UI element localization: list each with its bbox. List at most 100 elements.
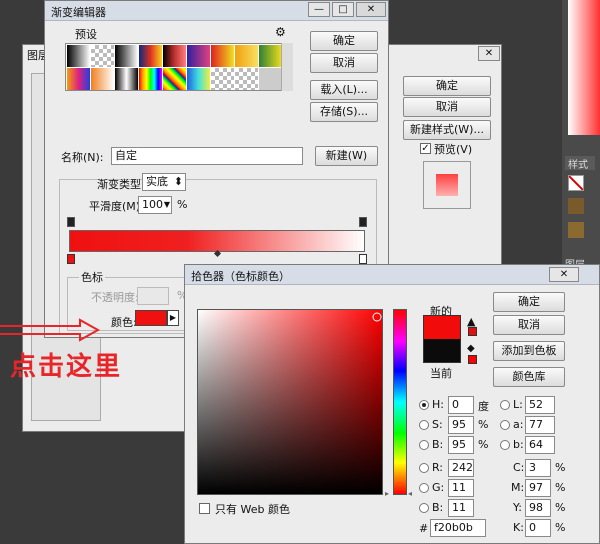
y-input[interactable]: 98 <box>525 499 551 517</box>
gradient-type-value: 实底 <box>146 175 168 188</box>
blue-radio[interactable] <box>419 503 429 513</box>
gradient-type-select[interactable]: 实底 ⬍ <box>142 173 186 191</box>
style-swatch[interactable] <box>568 222 584 238</box>
current-color-label: 当前 <box>430 367 452 380</box>
s-input[interactable]: 95 <box>448 416 474 434</box>
color-stop-right[interactable] <box>359 254 367 264</box>
m-input[interactable]: 97 <box>525 479 551 497</box>
layer-style-close-icon[interactable]: ✕ <box>478 46 500 61</box>
style-swatch-none[interactable] <box>568 175 584 191</box>
l-radio[interactable] <box>500 400 510 410</box>
a-radio[interactable] <box>500 420 510 430</box>
smoothness-unit: % <box>177 198 188 211</box>
color-stop-left[interactable] <box>67 254 75 264</box>
settings-gear-icon[interactable]: ⚙ <box>275 25 286 39</box>
current-color-swatch[interactable] <box>423 339 461 363</box>
preview-checkbox[interactable]: ✓ <box>420 143 431 154</box>
color-picker-cancel-button[interactable]: 取消 <box>493 315 565 335</box>
annotation-text: 点击这里 <box>10 352 123 382</box>
style-preview-swatch <box>423 161 471 209</box>
web-safe-swatch[interactable] <box>468 355 477 364</box>
a-label: a: <box>513 418 524 431</box>
new-style-button[interactable]: 新建样式(W)... <box>403 120 491 140</box>
g-label: G: <box>432 481 445 494</box>
r-radio[interactable] <box>419 463 429 473</box>
a-input[interactable]: 77 <box>525 416 555 434</box>
maximize-icon[interactable]: □ <box>332 2 354 17</box>
l-label: L: <box>513 398 523 411</box>
styles-tab[interactable]: 样式 <box>565 156 595 171</box>
k-unit: % <box>555 521 566 534</box>
presets-scrollbar[interactable] <box>281 43 293 91</box>
g-input[interactable]: 11 <box>448 479 474 497</box>
opacity-label: 不透明度: <box>91 291 139 304</box>
k-input[interactable]: 0 <box>525 519 551 537</box>
new-color-swatch <box>423 315 461 339</box>
hue-slider-left-arrow[interactable]: ▸ <box>385 489 389 498</box>
l-input[interactable]: 52 <box>525 396 555 414</box>
smoothness-input[interactable]: 100 ▼ <box>138 196 172 214</box>
h-input[interactable]: 0 <box>448 396 474 414</box>
y-label: Y: <box>513 501 522 514</box>
s-label: S: <box>432 418 443 431</box>
m-unit: % <box>555 481 566 494</box>
layer-style-ok-button[interactable]: 确定 <box>403 76 491 96</box>
web-only-checkbox[interactable] <box>199 503 210 514</box>
hue-slider-right-arrow[interactable]: ◂ <box>408 489 412 498</box>
y-unit: % <box>555 501 566 514</box>
b-radio[interactable] <box>419 440 429 450</box>
hue-slider[interactable] <box>393 309 407 495</box>
layer-style-cancel-button[interactable]: 取消 <box>403 97 491 117</box>
updown-icon: ⬍ <box>173 175 183 188</box>
arrow-icon <box>0 318 101 342</box>
color-picker-ok-button[interactable]: 确定 <box>493 292 565 312</box>
gradient-cancel-button[interactable]: 取消 <box>310 53 378 73</box>
color-cursor[interactable] <box>372 312 382 322</box>
b-label: B: <box>432 438 444 451</box>
opacity-stop-left[interactable] <box>67 217 75 227</box>
name-input[interactable]: 自定 <box>111 147 303 165</box>
close-icon[interactable]: ✕ <box>356 2 386 17</box>
no-style-icon <box>568 175 584 191</box>
c-label: C: <box>513 461 525 474</box>
color-picker-title: 拾色器（色标颜色） <box>185 265 599 285</box>
s-unit: % <box>478 418 489 431</box>
b-unit: % <box>478 438 489 451</box>
minimize-icon[interactable]: — <box>308 2 330 17</box>
smoothness-label: 平滑度(M): <box>89 200 144 213</box>
color-libraries-button[interactable]: 颜色库 <box>493 367 565 387</box>
hex-input[interactable]: f20b0b <box>430 519 486 537</box>
opacity-stop-right[interactable] <box>359 217 367 227</box>
r-input[interactable]: 242 <box>448 459 474 477</box>
color-menu-arrow-icon[interactable]: ▶ <box>167 310 179 326</box>
save-button[interactable]: 存储(S)... <box>310 102 378 122</box>
gradient-ok-button[interactable]: 确定 <box>310 31 378 51</box>
lab-b-label: b: <box>513 438 524 451</box>
stop-color-swatch[interactable] <box>135 310 167 326</box>
opacity-input <box>137 287 169 305</box>
s-radio[interactable] <box>419 420 429 430</box>
saturation-brightness-field[interactable] <box>197 309 383 495</box>
color-picker-close-icon[interactable]: ✕ <box>549 267 579 282</box>
c-input[interactable]: 3 <box>525 459 551 477</box>
gamut-swatch[interactable] <box>468 327 477 336</box>
g-radio[interactable] <box>419 483 429 493</box>
new-gradient-button[interactable]: 新建(W) <box>315 146 378 166</box>
k-label: K: <box>513 521 524 534</box>
web-safe-cube-icon[interactable]: ◆ <box>467 343 475 354</box>
lab-b-radio[interactable] <box>500 440 510 450</box>
preview-label: 预览(V) <box>434 143 473 156</box>
smoothness-value: 100 <box>142 198 163 211</box>
presets-grid[interactable] <box>65 43 293 91</box>
load-button[interactable]: 载入(L)... <box>310 80 378 100</box>
b-input[interactable]: 95 <box>448 436 474 454</box>
blue-input[interactable]: 11 <box>448 499 474 517</box>
style-swatch[interactable] <box>568 198 584 214</box>
lab-b-input[interactable]: 64 <box>525 436 555 454</box>
h-radio[interactable] <box>419 400 429 410</box>
blue-label: B: <box>432 501 444 514</box>
name-label: 名称(N): <box>61 151 104 164</box>
presets-label: 预设 <box>75 28 97 41</box>
m-label: M: <box>511 481 525 494</box>
add-to-swatches-button[interactable]: 添加到色板 <box>493 341 565 361</box>
